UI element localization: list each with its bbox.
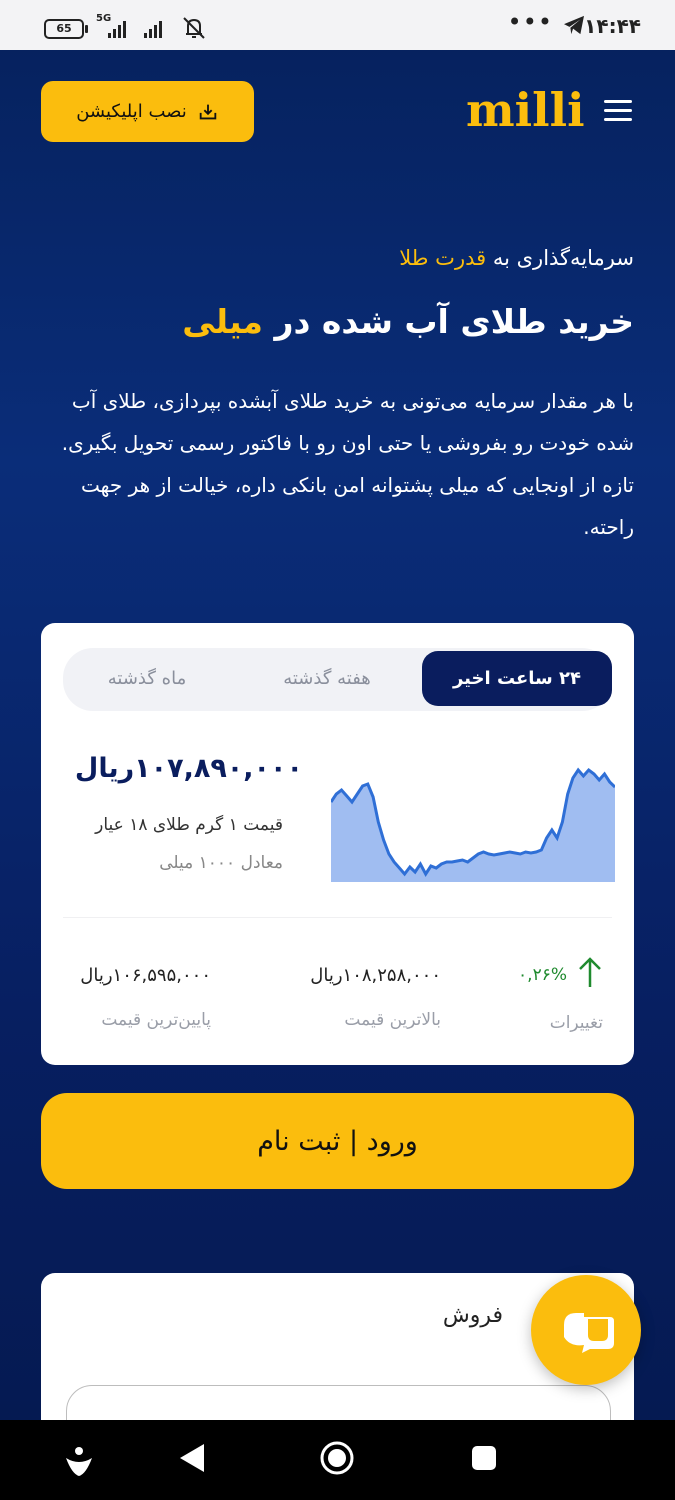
hero-title-highlight: میلی (182, 302, 263, 341)
highest-label: بالاترین قیمت (344, 1010, 441, 1030)
arrow-up-icon (579, 957, 601, 987)
login-register-button[interactable]: ورود | ثبت نام (41, 1093, 634, 1189)
telegram-icon (564, 15, 584, 35)
hero-subtitle-highlight: قدرت طلا (399, 246, 487, 270)
stat-highest: ۱۰۸,۲۵۸,۰۰۰ریال بالاترین قیمت (291, 965, 441, 1030)
hero-description: با هر مقدار سرمایه می‌تونی به خرید طلای … (61, 389, 634, 539)
price-card: ۲۴ ساعت اخیر هفته گذشته ماه گذشته ۱۰۷,۸۹… (41, 623, 634, 1065)
gold-price: ۱۰۷,۸۹۰,۰۰۰ریال (74, 753, 303, 784)
more-notifications-icon: ••• (507, 8, 553, 36)
system-nav-bar (0, 1420, 675, 1500)
status-bar: ۱۴:۴۴ ••• 65 5G (0, 0, 675, 50)
chart-area (331, 770, 615, 882)
recent-apps-icon[interactable] (470, 1444, 498, 1472)
battery-icon: 65 (44, 19, 88, 39)
bell-muted-icon (183, 17, 205, 39)
app-content: نصب اپلیکیشن milli سرمایه‌گذاری به قدرت … (0, 50, 675, 1420)
highest-value: ۱۰۸,۲۵۸,۰۰۰ریال (310, 965, 441, 986)
install-app-button[interactable]: نصب اپلیکیشن (41, 81, 254, 142)
change-label: تغییرات (549, 1013, 603, 1033)
sell-label: فروش (442, 1303, 503, 1328)
back-icon[interactable] (178, 1442, 206, 1474)
hamburger-menu-icon[interactable] (604, 100, 632, 122)
signal-icon (144, 18, 162, 38)
hero-subtitle: سرمایه‌گذاری به قدرت طلا (34, 246, 634, 270)
hero-subtitle-prefix: سرمایه‌گذاری به (492, 246, 634, 270)
login-register-label: ورود | ثبت نام (257, 1125, 418, 1157)
assistant-icon[interactable] (62, 1444, 96, 1478)
lowest-label: پایین‌ترین قیمت (101, 1010, 211, 1030)
logo-text: milli (466, 86, 585, 134)
signal-icon (108, 18, 126, 38)
card-divider (63, 917, 612, 918)
change-value: ۰,۲۶% (518, 965, 567, 985)
milli-logo[interactable]: milli (466, 86, 586, 134)
install-app-label: نصب اپلیکیشن (76, 101, 187, 122)
home-icon[interactable] (318, 1439, 356, 1477)
amount-input[interactable] (66, 1385, 611, 1420)
lowest-value: ۱۰۶,۵۹۵,۰۰۰ریال (80, 965, 211, 986)
tab-last-week[interactable]: هفته گذشته (242, 651, 412, 706)
download-icon (199, 104, 217, 119)
tab-last-month[interactable]: ماه گذشته (62, 651, 232, 706)
period-tabs: ۲۴ ساعت اخیر هفته گذشته ماه گذشته (63, 648, 612, 711)
support-chat-button[interactable] (531, 1275, 641, 1385)
price-chart (331, 767, 615, 882)
tab-24-hours[interactable]: ۲۴ ساعت اخیر (422, 651, 612, 706)
hero-title-prefix: خرید طلای آب شده در (274, 302, 634, 341)
stat-lowest: ۱۰۶,۵۹۵,۰۰۰ریال پایین‌ترین قیمت (61, 965, 211, 1030)
status-time: ۱۴:۴۴ (584, 14, 641, 38)
hero-title: خرید طلای آب شده در میلی (34, 302, 634, 341)
stat-change: ۰,۲۶% تغییرات (511, 957, 603, 1033)
milli-equivalent: معادل ۱۰۰۰ میلی (159, 853, 283, 873)
chat-support-icon (564, 1313, 614, 1353)
gold-price-label: قیمت ۱ گرم طلای ۱۸ عیار (95, 815, 283, 835)
